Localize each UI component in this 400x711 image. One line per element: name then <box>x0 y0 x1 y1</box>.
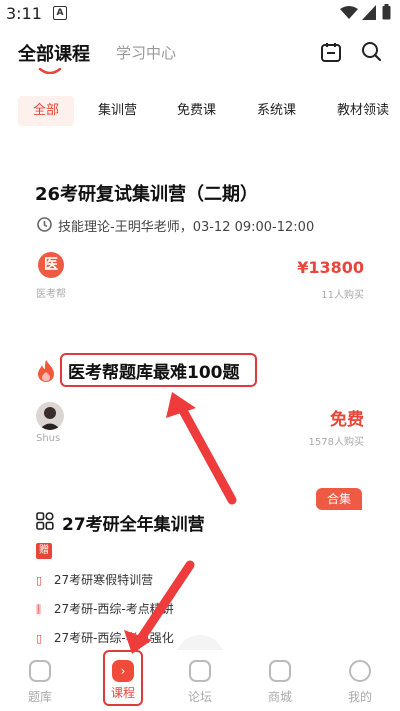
fire-icon <box>38 360 54 382</box>
course-2-author: Shus <box>36 433 61 444</box>
category-chip-bootcamp[interactable]: 集训营 <box>98 96 137 126</box>
gift-badge: 赠 <box>36 543 52 559</box>
search-icon[interactable] <box>360 40 382 62</box>
course-1-title[interactable]: 26考研复试集训营（二期） <box>35 180 258 206</box>
category-chip-free[interactable]: 免费课 <box>177 96 216 126</box>
nav-label: 论坛 <box>187 690 212 704</box>
highlight-box-nav-courses <box>103 650 143 706</box>
course-2-title[interactable]: 医考帮题库最难100题 <box>68 358 240 383</box>
battery-icon <box>382 4 391 20</box>
bottom-nav: 题库 › 课程 论坛 商城 我的 <box>0 650 400 711</box>
lesson-item[interactable]: ▯ 27考研-西综-考点强化 <box>36 629 174 646</box>
status-bar: 3:11 A <box>0 0 400 28</box>
forum-chat-icon <box>189 660 211 682</box>
nav-label: 我的 <box>347 690 372 704</box>
status-time: 3:11 <box>6 4 42 23</box>
course-1-meta: 技能理论-王明华老师，03-12 09:00-12:00 <box>58 220 315 235</box>
question-bank-icon <box>29 660 51 682</box>
signal-icon <box>362 5 376 20</box>
course-3-title[interactable]: 27考研全年集训营 <box>62 510 205 535</box>
nav-item-profile[interactable]: 我的 <box>330 660 390 705</box>
doc-icon: ▯ <box>36 574 43 587</box>
lesson-item[interactable]: ⫼ 27考研-西综-考点精讲 <box>36 600 174 617</box>
lesson-title: 27考研-西综-考点强化 <box>53 631 174 645</box>
store-bag-icon <box>269 660 291 682</box>
nav-label: 商城 <box>267 690 292 704</box>
nav-label: 题库 <box>27 690 52 704</box>
active-tab-indicator <box>38 68 62 74</box>
grid-icon <box>36 512 54 530</box>
tab-all-courses[interactable]: 全部课程 <box>18 40 90 66</box>
category-chip-textbook[interactable]: 教材领读 <box>337 96 389 126</box>
lesson-title: 27考研-西综-考点精讲 <box>53 602 174 616</box>
nav-item-store[interactable]: 商城 <box>250 660 310 705</box>
tab-study-center[interactable]: 学习中心 <box>116 42 176 63</box>
annotation-arrow-up <box>166 392 237 505</box>
category-chip-all[interactable]: 全部 <box>18 96 74 126</box>
course-1-buyers: 11人购买 <box>321 290 364 301</box>
calendar-icon[interactable] <box>320 41 342 63</box>
nav-item-question-bank[interactable]: 题库 <box>10 660 70 705</box>
notification-a-icon: A <box>53 6 67 20</box>
audio-icon: ⫼ <box>36 603 42 616</box>
collection-tag: 合集 <box>316 488 362 510</box>
lesson-title: 27考研寒假特训营 <box>53 573 154 587</box>
category-chip-system[interactable]: 系统课 <box>257 96 296 126</box>
course-1-price: ¥13800 <box>297 258 364 277</box>
wifi-icon <box>340 6 358 19</box>
org-logo-badge: 医 <box>38 252 64 278</box>
course-2-buyers: 1578人购买 <box>308 437 364 448</box>
doc-icon: ▯ <box>36 632 43 645</box>
nav-item-forum[interactable]: 论坛 <box>170 660 230 705</box>
course-1-org: 医考帮 <box>36 289 66 300</box>
lesson-item[interactable]: ▯ 27考研寒假特训营 <box>36 571 153 588</box>
course-2-price: 免费 <box>330 410 364 430</box>
person-icon <box>39 407 61 430</box>
author-avatar <box>36 402 64 430</box>
profile-smile-icon <box>349 660 371 682</box>
clock-icon <box>37 217 52 232</box>
